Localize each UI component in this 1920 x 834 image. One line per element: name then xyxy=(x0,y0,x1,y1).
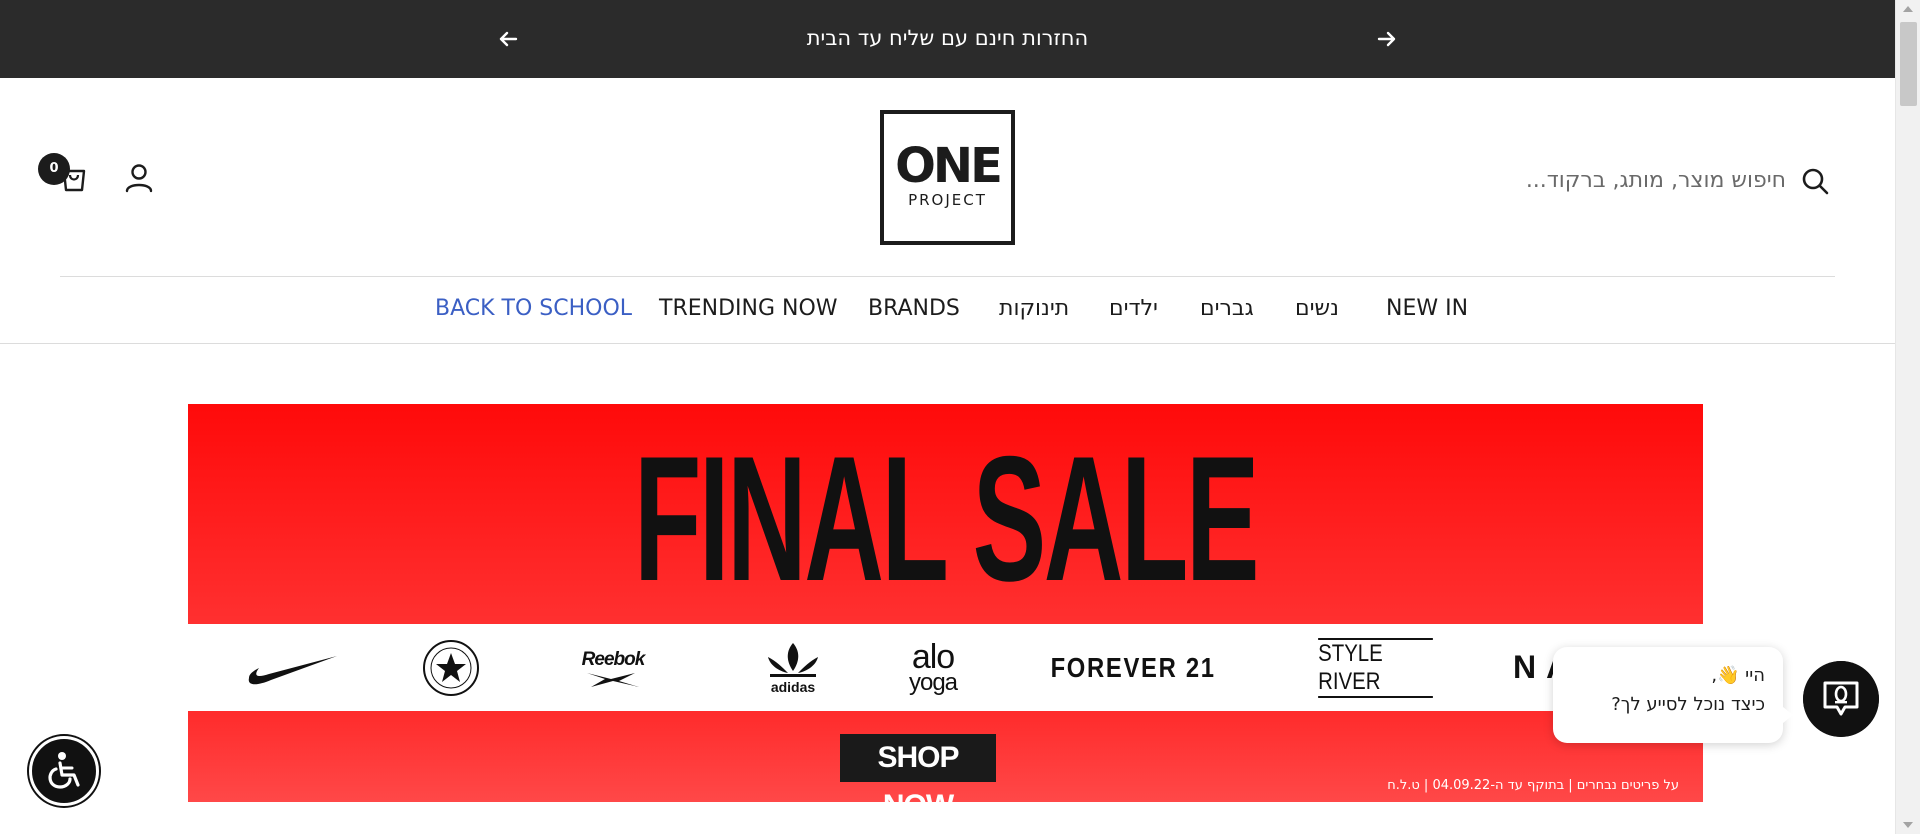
search-input[interactable]: חיפוש מוצר, מותג, ברקוד... xyxy=(1526,168,1786,193)
chat-bubble-tail xyxy=(1783,707,1793,723)
nav-item-new-in[interactable]: NEW IN xyxy=(1386,296,1468,321)
chat-greeting: היי 👋, xyxy=(1711,665,1765,686)
forever-21-logo: FOREVER 21 xyxy=(1050,651,1216,683)
site-logo[interactable]: ONE PROJECT xyxy=(880,110,1015,245)
adidas-logo: adidas xyxy=(753,624,833,711)
page-scrollbar[interactable] xyxy=(1895,0,1920,834)
final-sale-banner[interactable]: FINAL SALE Reebok adidas alo yoga FOREVE… xyxy=(188,404,1703,802)
nav-item-back-to-school[interactable]: BACK TO SCHOOL xyxy=(435,296,632,321)
scroll-up-arrow[interactable] xyxy=(1903,6,1913,12)
header-divider xyxy=(60,276,1835,277)
nav-divider xyxy=(0,343,1895,344)
alo-yoga-logo: alo yoga xyxy=(908,637,958,696)
chat-launcher-icon[interactable] xyxy=(1803,661,1879,737)
accessibility-button[interactable] xyxy=(29,736,99,806)
search-icon[interactable] xyxy=(1800,166,1830,196)
nav-item-trending-now[interactable]: TRENDING NOW xyxy=(659,296,838,321)
brand-logo-strip: Reebok adidas alo yoga FOREVER 21 STYLE … xyxy=(188,624,1703,711)
style-river-logo: STYLE RIVER xyxy=(1308,624,1443,711)
banner-fine-print: על פריטים נבחרים | בתוקף עד ה-04.09.22 |… xyxy=(1387,778,1679,793)
nav-item-brands[interactable]: BRANDS xyxy=(868,296,960,321)
nav-item-babies[interactable]: תינוקות xyxy=(999,296,1069,321)
shop-now-button[interactable]: SHOP NOW xyxy=(840,734,996,802)
chat-question: כיצד נוכל לסייע לך? xyxy=(1611,694,1765,715)
nav-item-men[interactable]: גברים xyxy=(1200,296,1254,321)
nav-item-kids[interactable]: ילדים xyxy=(1109,296,1158,321)
announcement-bar: החזרות חינם עם שליח עד הבית xyxy=(0,0,1895,78)
scroll-thumb[interactable] xyxy=(1900,22,1917,106)
scroll-down-arrow[interactable] xyxy=(1903,822,1913,828)
arrow-right-icon[interactable] xyxy=(1375,27,1399,51)
wheelchair-icon xyxy=(48,752,80,789)
converse-logo xyxy=(416,624,486,711)
chat-greeting-bubble[interactable]: היי 👋, כיצד נוכל לסייע לך? xyxy=(1553,647,1793,743)
main-nav: NEW IN נשים גברים ילדים תינוקות BRANDS T… xyxy=(0,290,1895,330)
nav-item-women[interactable]: נשים xyxy=(1295,296,1339,321)
cart-count-badge: 0 xyxy=(38,153,70,185)
search-bar[interactable]: חיפוש מוצר, מותג, ברקוד... xyxy=(1520,163,1830,199)
nike-logo xyxy=(243,624,343,711)
reebok-logo: Reebok xyxy=(568,624,658,711)
banner-top: FINAL SALE xyxy=(188,404,1703,624)
banner-headline: FINAL SALE xyxy=(633,419,1260,618)
logo-word-project: PROJECT xyxy=(908,191,987,209)
logo-word-one: ONE xyxy=(895,138,1003,194)
user-account-icon[interactable] xyxy=(124,162,154,194)
announcement-text: החזרות חינם עם שליח עד הבית xyxy=(806,26,1089,50)
banner-bottom: SHOP NOW על פריטים נבחרים | בתוקף עד ה-0… xyxy=(188,711,1703,802)
